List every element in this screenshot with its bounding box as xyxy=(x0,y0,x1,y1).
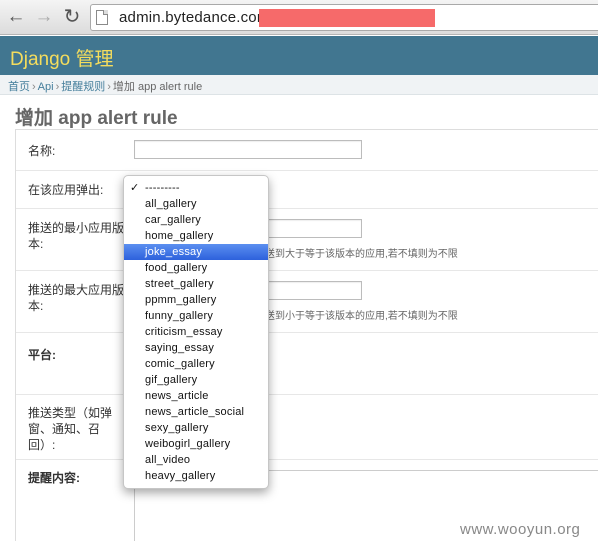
select-option-label: food_gallery xyxy=(145,262,208,274)
select-option[interactable]: food_gallery xyxy=(124,260,268,276)
select-option[interactable]: all_gallery xyxy=(124,196,268,212)
select-option-label: comic_gallery xyxy=(145,358,215,370)
select-option[interactable]: funny_gallery xyxy=(124,308,268,324)
min-version-label: 推送的最小应用版本: xyxy=(28,221,125,251)
select-option-label: heavy_gallery xyxy=(145,470,216,482)
page-title: 增加 app alert rule xyxy=(15,108,178,129)
select-option[interactable]: news_article xyxy=(124,388,268,404)
site-header: Django 管理 xyxy=(0,36,598,75)
select-option[interactable]: comic_gallery xyxy=(124,356,268,372)
select-option[interactable]: ✓ --------- xyxy=(124,180,268,196)
select-option-label: funny_gallery xyxy=(145,310,214,322)
name-input[interactable] xyxy=(134,140,362,159)
select-option[interactable]: weibogirl_gallery xyxy=(124,436,268,452)
select-option[interactable]: heavy_gallery xyxy=(124,468,268,484)
checkmark-icon: ✓ xyxy=(130,182,140,194)
select-option[interactable]: sexy_gallery xyxy=(124,420,268,436)
select-option-label: joke_essay xyxy=(145,246,203,258)
select-option-label: all_video xyxy=(145,454,191,466)
breadcrumb-alert-rules[interactable]: 提醒规则 xyxy=(61,81,105,93)
form-row-max-version: 推送的最大应用版本: 送到小于等于该版本的应用,若不填则为不限 xyxy=(16,271,598,333)
select-option-label: news_article_social xyxy=(145,406,245,418)
select-option[interactable]: news_article_social xyxy=(124,404,268,420)
page-icon xyxy=(96,10,108,25)
select-option-label: sexy_gallery xyxy=(145,422,209,434)
select-option-label: weibogirl_gallery xyxy=(145,438,231,450)
select-option[interactable]: car_gallery xyxy=(124,212,268,228)
select-option[interactable]: ppmm_gallery xyxy=(124,292,268,308)
address-bar[interactable]: admin.bytedance.com xyxy=(90,4,598,31)
breadcrumb-current: 增加 app alert rule xyxy=(112,81,203,93)
select-option-label: ppmm_gallery xyxy=(145,294,217,306)
watermark: www.wooyun.org xyxy=(460,521,581,538)
name-label: 名称: xyxy=(28,144,56,158)
select-option[interactable]: joke_essay xyxy=(124,244,268,260)
breadcrumb: 首页 › Api › 提醒规则 › 增加 app alert rule xyxy=(0,75,598,95)
select-option-label: --------- xyxy=(145,182,180,194)
content-label: 提醒内容: xyxy=(28,471,80,485)
app-label: 在该应用弹出: xyxy=(28,183,104,197)
breadcrumb-api[interactable]: Api xyxy=(38,81,54,93)
add-form: 名称: 在该应用弹出: 推送的最小应用版本: 送到大于等于该版本的应用,若不填则… xyxy=(15,129,598,541)
app-select-dropdown[interactable]: ✓ --------- all_gallery car_gallery home_gal… xyxy=(123,175,269,489)
form-row-push-type: 推送类型（如弹窗、通知、召回）: xyxy=(16,395,598,460)
form-row-name: 名称: xyxy=(16,130,598,171)
select-option[interactable]: street_gallery xyxy=(124,276,268,292)
url-redaction xyxy=(259,9,435,27)
select-option[interactable]: gif_gallery xyxy=(124,372,268,388)
breadcrumb-separator: › xyxy=(107,81,111,93)
breadcrumb-home[interactable]: 首页 xyxy=(8,81,30,93)
url-text[interactable]: admin.bytedance.com xyxy=(119,9,270,26)
browser-toolbar: ← → ↻ admin.bytedance.com xyxy=(0,0,598,35)
form-row-platform: 平台: xyxy=(16,333,598,395)
site-title[interactable]: Django 管理 xyxy=(10,44,114,71)
select-option[interactable]: all_video xyxy=(124,452,268,468)
select-option[interactable]: saying_essay xyxy=(124,340,268,356)
reload-icon[interactable]: ↻ xyxy=(61,6,83,28)
breadcrumb-separator: › xyxy=(32,81,36,93)
select-option-label: home_gallery xyxy=(145,230,214,242)
select-option-label: gif_gallery xyxy=(145,374,198,386)
select-option[interactable]: home_gallery xyxy=(124,228,268,244)
form-row-min-version: 推送的最小应用版本: 送到大于等于该版本的应用,若不填则为不限 xyxy=(16,209,598,271)
arrow-left-icon[interactable]: ← xyxy=(5,6,27,28)
select-option-label: all_gallery xyxy=(145,198,197,210)
select-option-label: street_gallery xyxy=(145,278,214,290)
push-type-label: 推送类型（如弹窗、通知、召回）: xyxy=(28,406,113,452)
max-version-label: 推送的最大应用版本: xyxy=(28,283,125,313)
form-row-app: 在该应用弹出: xyxy=(16,171,598,209)
platform-label: 平台: xyxy=(28,348,56,362)
arrow-right-icon[interactable]: → xyxy=(33,6,55,28)
select-option-label: car_gallery xyxy=(145,214,202,226)
select-option-label: news_article xyxy=(145,390,209,402)
select-option-label: criticism_essay xyxy=(145,326,223,338)
select-option[interactable]: criticism_essay xyxy=(124,324,268,340)
select-option-label: saying_essay xyxy=(145,342,215,354)
